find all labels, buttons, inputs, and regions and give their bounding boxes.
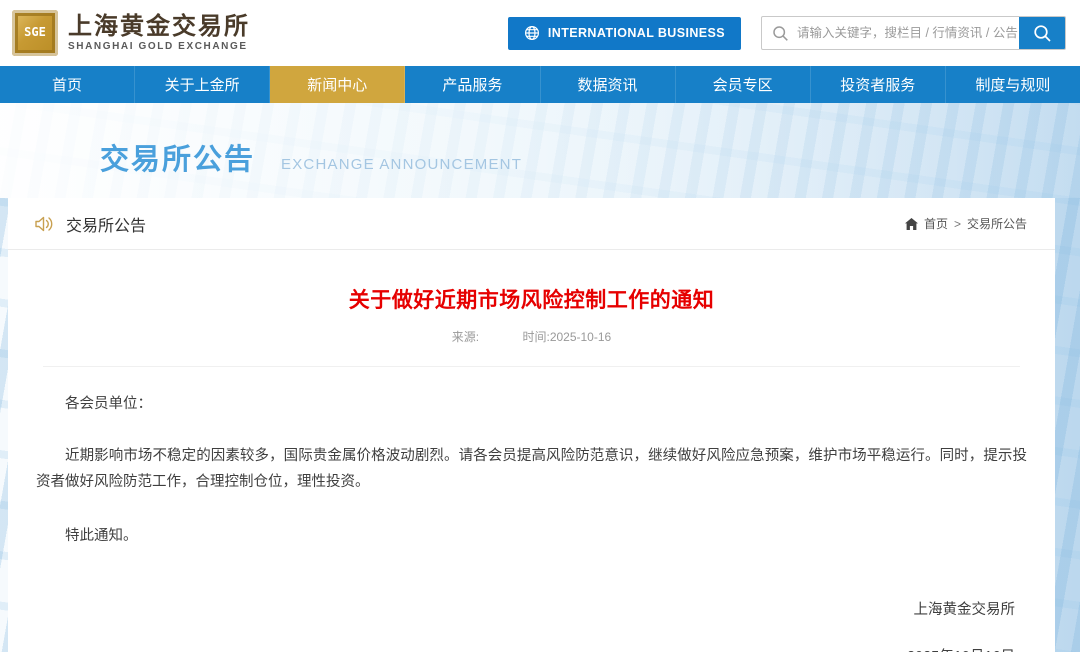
section-title: 交易所公告 xyxy=(66,217,147,235)
international-business-button[interactable]: INTERNATIONAL BUSINESS xyxy=(507,16,741,50)
search-icon xyxy=(762,25,797,42)
top-header: SGE 上海黄金交易所 SHANGHAI GOLD EXCHANGE INTER… xyxy=(0,0,1080,66)
speaker-icon xyxy=(34,215,54,233)
article-paragraph: 特此通知。 xyxy=(65,528,138,545)
article-paragraph: 各会员单位： xyxy=(65,396,152,412)
banner-title: 交易所公告 xyxy=(100,144,256,176)
article-time: 时间:2025-10-16 xyxy=(522,330,612,344)
article-signature: 上海黄金交易所 xyxy=(913,601,1016,618)
nav-item-products[interactable]: 产品服务 xyxy=(405,66,541,103)
sge-logo-icon: SGE xyxy=(12,10,58,56)
banner-subtitle: EXCHANGE ANNOUNCEMENT xyxy=(281,156,523,173)
nav-item-news-center[interactable]: 新闻中心 xyxy=(270,66,406,103)
page-background: 交易所公告 EXCHANGE ANNOUNCEMENT 交易所公告 首页 > 交… xyxy=(0,103,1080,652)
nav-item-rules[interactable]: 制度与规则 xyxy=(946,66,1080,103)
breadcrumb: 首页 > 交易所公告 xyxy=(904,215,1027,232)
content-card: 交易所公告 首页 > 交易所公告 关于做好近期市场风险控制工作的通知 来源: 时… xyxy=(8,198,1055,652)
nav-item-investor-services[interactable]: 投资者服务 xyxy=(811,66,946,103)
breadcrumb-home[interactable]: 首页 xyxy=(924,215,948,232)
article-source: 来源: xyxy=(451,330,480,344)
search-submit-button[interactable] xyxy=(1019,17,1065,49)
logo-name-en: SHANGHAI GOLD EXCHANGE xyxy=(68,41,248,52)
nav-item-members[interactable]: 会员专区 xyxy=(676,66,811,103)
announcement-article: 关于做好近期市场风险控制工作的通知 来源: 时间:2025-10-16 各会员单… xyxy=(8,284,1055,652)
sge-logo[interactable]: SGE 上海黄金交易所 SHANGHAI GOLD EXCHANGE xyxy=(12,10,250,56)
banner: 交易所公告 EXCHANGE ANNOUNCEMENT xyxy=(0,103,1080,198)
nav-item-home[interactable]: 首页 xyxy=(0,66,136,103)
header-right: INTERNATIONAL BUSINESS xyxy=(507,16,1066,50)
search-submit-icon xyxy=(1033,24,1052,43)
home-icon xyxy=(904,217,918,230)
section-header: 交易所公告 首页 > 交易所公告 xyxy=(8,198,1055,250)
article-title: 关于做好近期市场风险控制工作的通知 xyxy=(348,289,715,312)
logo-name-cn: 上海黄金交易所 xyxy=(68,11,250,40)
search-input[interactable] xyxy=(797,17,1019,49)
article-date: 2025年10月16日 xyxy=(36,645,1027,652)
breadcrumb-current: 交易所公告 xyxy=(966,217,1027,231)
main-navigation: 首页 关于上金所 新闻中心 产品服务 数据资讯 会员专区 投资者服务 制度与规则 xyxy=(0,66,1080,103)
nav-item-data[interactable]: 数据资讯 xyxy=(541,66,676,103)
breadcrumb-separator: > xyxy=(953,216,961,231)
logo-text: 上海黄金交易所 SHANGHAI GOLD EXCHANGE xyxy=(68,11,250,53)
nav-item-about[interactable]: 关于上金所 xyxy=(135,66,271,103)
meta-divider xyxy=(43,366,1020,367)
search-box xyxy=(761,16,1066,50)
globe-icon xyxy=(524,25,540,41)
article-meta: 来源: 时间:2025-10-16 xyxy=(36,328,1027,345)
article-paragraph: 近期影响市场不稳定的因素较多，国际贵金属价格波动剧烈。请各会员提高风险防范意识，… xyxy=(36,448,1027,490)
